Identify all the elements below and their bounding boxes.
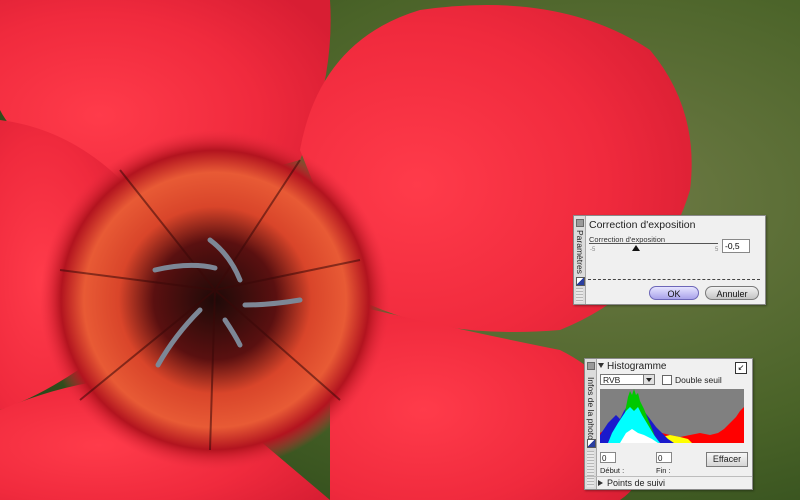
panel-corner-icon[interactable] [587, 439, 596, 448]
double-threshold-label: Double seuil [675, 375, 722, 385]
separator [588, 279, 760, 280]
clear-button[interactable]: Effacer [706, 452, 748, 467]
expand-arrow-icon[interactable] [598, 480, 603, 486]
exposure-correction-panel: Paramètres Correction d'exposition Corre… [573, 215, 766, 305]
parameters-tab-label: Paramètres [575, 230, 585, 274]
collapse-arrow-icon[interactable] [598, 363, 604, 368]
start-label: Début : [600, 466, 625, 475]
panel-close-icon[interactable] [576, 219, 584, 227]
panel-title: Histogramme [607, 361, 667, 372]
ok-button[interactable]: OK [649, 286, 699, 300]
exposure-value-input[interactable]: -0,5 [722, 239, 750, 253]
end-label: Fin : [656, 466, 671, 475]
tracking-points-label: Points de suivi [607, 478, 666, 488]
channel-select-value: RVB [603, 375, 621, 385]
panel-title: Correction d'exposition [589, 219, 696, 231]
end-value-field[interactable]: 0 [656, 452, 672, 463]
histogram-graph[interactable] [600, 389, 744, 443]
panel-close-icon[interactable] [587, 362, 595, 370]
tracking-points-section[interactable]: Points de suivi [585, 476, 752, 490]
histogram-panel: Infos de la photo Histogramme ↙ RVB Doub… [584, 358, 753, 490]
exposure-slider-track[interactable] [589, 243, 718, 244]
chevron-down-icon[interactable] [643, 375, 654, 384]
slider-max-mark: 5 [715, 247, 719, 253]
slider-min-mark: -5 [590, 247, 596, 253]
photo-info-side-tab[interactable]: Infos de la photo [585, 359, 597, 489]
parameters-side-tab[interactable]: Paramètres [574, 216, 586, 304]
exposure-slider-thumb[interactable] [632, 245, 640, 251]
pin-icon[interactable]: ↙ [735, 362, 747, 374]
photo-info-tab-label: Infos de la photo [586, 377, 596, 440]
channel-select[interactable]: RVB [600, 374, 655, 385]
cancel-button[interactable]: Annuler [705, 286, 759, 300]
start-value-field[interactable]: 0 [600, 452, 616, 463]
panel-resize-grip[interactable] [576, 288, 583, 302]
panel-corner-icon[interactable] [576, 277, 585, 286]
double-threshold-checkbox[interactable] [662, 375, 672, 385]
